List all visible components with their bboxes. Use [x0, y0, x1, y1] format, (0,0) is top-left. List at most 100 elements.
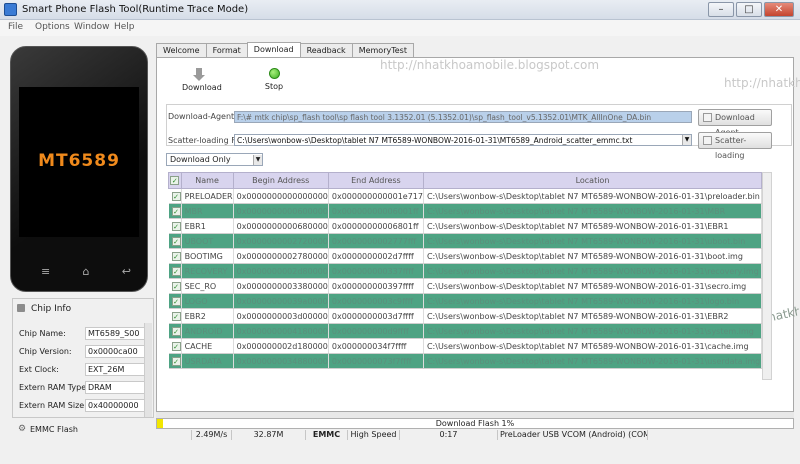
row-checkbox[interactable]: ✓ [168, 323, 182, 339]
chip-info-scrollbar[interactable] [144, 323, 152, 417]
row-checkbox[interactable]: ✓ [168, 233, 182, 249]
begin-address: 0x000000002d180000 [233, 338, 329, 354]
folder-icon [703, 113, 712, 122]
table-row[interactable]: ✓ ANDROID 0x0000000004180000 0x000000000d9f… [168, 323, 763, 339]
menu-window[interactable]: Window [74, 22, 110, 32]
minimize-button[interactable]: – [708, 2, 734, 17]
file-location: C:\Users\wonbow-s\Desktop\tablet N7 MT65… [423, 308, 763, 324]
phone-image: MT6589 ≡ ⌂ ↩ [10, 46, 148, 292]
checkbox-icon: ✓ [171, 326, 181, 336]
partition-name: RECOVERY [181, 263, 234, 279]
home-key-icon: ⌂ [82, 265, 90, 278]
column-header-begin-address[interactable]: Begin Address [232, 172, 329, 189]
gear-icon: ⚙ [18, 424, 27, 434]
begin-address: 0x0000000003380000 [233, 278, 329, 294]
chip-row: Chip Version: 0x0000ca00 [19, 345, 149, 359]
status-speed: 2.49M/s [192, 430, 232, 440]
partition-name: BOOTIMG [181, 248, 234, 264]
scatter-file-path-text: C:\Users\wonbow-s\Desktop\tablet N7 MT65… [237, 136, 633, 145]
chevron-down-icon[interactable]: ▼ [682, 135, 691, 145]
download-mode-value: Download Only [170, 155, 231, 164]
status-cell [156, 430, 192, 440]
end-address: 0x00000000006001ff [328, 203, 424, 219]
menu-file[interactable]: File [8, 22, 23, 32]
scatter-loading-button[interactable]: Scatter-loading [698, 132, 772, 160]
table-row[interactable]: ✓ RECOVERY 0x0000000002d80000 0x00000000033… [168, 263, 763, 279]
download-agent-path[interactable]: F:\# mtk chip\sp_flash tool\sp flash too… [234, 111, 692, 123]
end-address: 0x000000034f7ffff [328, 338, 424, 354]
checkbox-icon: ✓ [171, 341, 181, 351]
stop-button[interactable]: Stop [262, 68, 286, 91]
select-all-checkbox[interactable]: ✓ [168, 172, 182, 189]
chip-field-label: Chip Version: [19, 347, 72, 356]
row-checkbox[interactable]: ✓ [168, 293, 182, 309]
scatter-file-path[interactable]: C:\Users\wonbow-s\Desktop\tablet N7 MT65… [234, 134, 692, 146]
download-button[interactable]: Download [182, 68, 222, 92]
row-checkbox[interactable]: ✓ [168, 278, 182, 294]
table-row[interactable]: ✓ LOGO 0x00000000039a0000 0x0000000003c9fff… [168, 293, 763, 309]
chip-info-icon [17, 304, 25, 312]
tab-welcome[interactable]: Welcome [156, 43, 207, 57]
status-elapsed: 0:17 [400, 430, 498, 440]
menu-bar: File Options Window Help [0, 20, 800, 36]
table-row[interactable]: ✓ BOOTIMG 0x0000000002780000 0x0000000002d7… [168, 248, 763, 264]
partition-name: PRELOADER [181, 188, 234, 204]
watermark-text: http://nhatkhoamobile.blogspot.com [380, 58, 600, 72]
maximize-button[interactable]: □ [736, 2, 762, 17]
emmc-flash-label: EMMC Flash [30, 425, 78, 434]
end-address: 0x0000000003c9ffff [328, 293, 424, 309]
tab-download[interactable]: Download [246, 42, 301, 57]
chip-field-label: Extern RAM Size: [19, 401, 87, 410]
checkbox-icon: ✓ [171, 221, 181, 231]
download-agent-label: Download-Agent [168, 112, 235, 121]
row-checkbox[interactable]: ✓ [168, 353, 182, 369]
partition-name: LOGO [181, 293, 234, 309]
begin-address: 0x0000000000600000 [233, 203, 329, 219]
table-row[interactable]: ✓ UBOOT 0x0000000002720000 0x0000000002777f… [168, 233, 763, 249]
row-checkbox[interactable]: ✓ [168, 188, 182, 204]
chip-field-label: Extern RAM Type: [19, 383, 89, 392]
end-address: 0x000000000337ffff [328, 263, 424, 279]
table-row[interactable]: ✓ MBR 0x0000000000600000 0x00000000006001ff… [168, 203, 763, 219]
table-scrollbar[interactable] [762, 172, 772, 380]
table-row[interactable]: ✓ EBR1 0x0000000000680000 0x00000000006801f… [168, 218, 763, 234]
menu-help[interactable]: Help [114, 22, 135, 32]
begin-address: 0x0000000034880000 [233, 353, 329, 369]
begin-address: 0x0000000003d00000 [233, 308, 329, 324]
tab-bar: Welcome Format Download Readback MemoryT… [156, 42, 414, 57]
row-checkbox[interactable]: ✓ [168, 218, 182, 234]
partition-name: CACHE [181, 338, 234, 354]
ext-clock-value: EXT_26M [85, 363, 149, 376]
window-title: Smart Phone Flash Tool(Runtime Trace Mod… [22, 4, 249, 15]
column-header-location[interactable]: Location [422, 172, 763, 189]
close-button[interactable]: ✕ [764, 2, 794, 17]
checkbox-icon: ✓ [171, 281, 181, 291]
row-checkbox[interactable]: ✓ [168, 203, 182, 219]
table-row[interactable]: ✓ PRELOADER 0x0000000000000000 0x0000000000… [168, 188, 763, 204]
table-row[interactable]: ✓ EBR2 0x0000000003d00000 0x0000000003d7fff… [168, 308, 763, 324]
row-checkbox[interactable]: ✓ [168, 248, 182, 264]
end-address: 0x0000000073f7ffff [328, 353, 424, 369]
download-agent-button[interactable]: Download Agent [698, 109, 772, 137]
column-header-end-address[interactable]: End Address [327, 172, 424, 189]
stop-icon [268, 68, 280, 79]
row-checkbox[interactable]: ✓ [168, 263, 182, 279]
chip-field-label: Ext Clock: [19, 365, 59, 374]
chevron-down-icon[interactable]: ▼ [253, 155, 262, 165]
tab-memorytest[interactable]: MemoryTest [351, 43, 414, 57]
table-row[interactable]: ✓ USRDATA 0x0000000034880000 0x0000000073f7… [168, 353, 763, 369]
table-row[interactable]: ✓ CACHE 0x000000002d180000 0x000000034f7fff… [168, 338, 763, 354]
row-checkbox[interactable]: ✓ [168, 308, 182, 324]
checkbox-icon: ✓ [171, 266, 181, 276]
menu-options[interactable]: Options [35, 22, 70, 32]
table-row[interactable]: ✓ SEC_RO 0x0000000003380000 0x000000000397f… [168, 278, 763, 294]
row-checkbox[interactable]: ✓ [168, 338, 182, 354]
checkbox-icon: ✓ [171, 296, 181, 306]
download-mode-select[interactable]: Download Only ▼ [166, 153, 263, 166]
column-header-name[interactable]: Name [180, 172, 234, 189]
tab-format[interactable]: Format [205, 43, 248, 57]
tab-readback[interactable]: Readback [299, 43, 353, 57]
begin-address: 0x0000000004180000 [233, 323, 329, 339]
begin-address: 0x0000000002780000 [233, 248, 329, 264]
status-port: PreLoader USB VCOM (Android) (COM4) [500, 430, 648, 440]
